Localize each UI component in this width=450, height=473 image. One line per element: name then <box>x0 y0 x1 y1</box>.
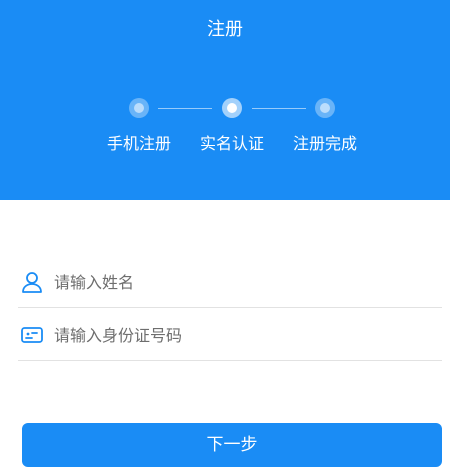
id-number-input[interactable] <box>54 319 434 351</box>
id-card-icon <box>20 323 44 347</box>
header-banner: 注册 手机注册 实名认证 注册完成 <box>0 0 450 200</box>
step-connector-1 <box>158 107 212 109</box>
next-button[interactable]: 下一步 <box>22 423 442 467</box>
step-label-register-complete: 注册完成 <box>292 134 357 153</box>
step-dot-phone-register <box>129 98 149 118</box>
page-title: 注册 <box>207 19 243 40</box>
step-dot-register-complete <box>315 98 335 118</box>
user-icon <box>20 270 44 294</box>
step-connector-2 <box>252 107 306 109</box>
id-field-row <box>18 309 442 361</box>
step-dot-realname-auth <box>222 98 242 118</box>
name-field-row <box>18 256 442 308</box>
name-input[interactable] <box>54 266 434 298</box>
